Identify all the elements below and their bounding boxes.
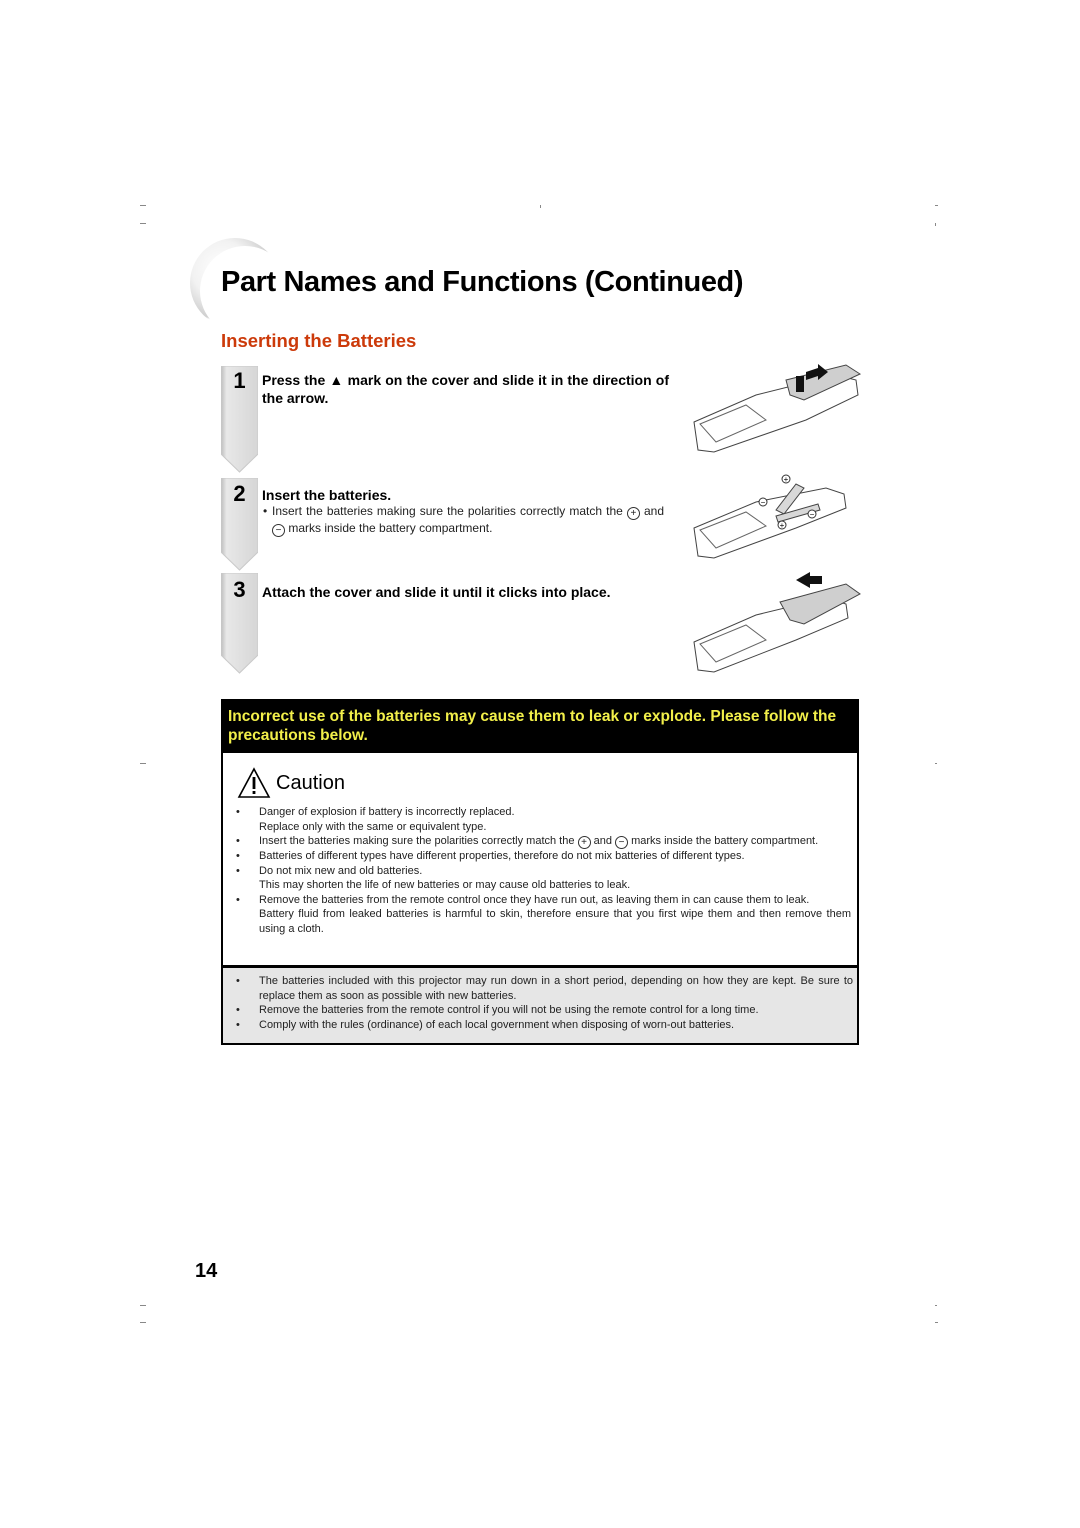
crop-mark [140,1305,146,1306]
list-item: • Danger of explosion if battery is incor… [236,806,515,833]
remote-batteries-illustration: + − + − [693,474,847,559]
step-2-text: Insert the batteries. [262,487,392,503]
warning-triangle-icon [237,767,271,798]
remote-cover-open-illustration [693,364,862,453]
notes-list: • The batteries included with this projec… [223,974,853,1032]
remote-cover-close-illustration [693,572,861,673]
caution-list: • Danger of explosion if battery is incor… [223,805,851,936]
step-3-text: Attach the cover and slide it until it c… [262,584,611,600]
list-item: • Do not mix new and old batteries. This m… [236,864,631,892]
svg-text:−: − [810,510,815,519]
plus-icon: + [577,836,591,849]
list-item: • The batteries included with this projec… [236,975,853,1002]
crop-mark [140,205,146,206]
section-title: Inserting the Batteries [221,330,417,351]
svg-text:−: − [761,498,766,507]
arrow-icon [796,572,822,588]
step-number: 3 [233,577,246,602]
step-2-note: • Insert the batteries making sure the p… [263,504,664,537]
crop-mark [140,1322,146,1323]
page-title: Part Names and Functions (Continued) [221,266,744,298]
crop-mark [140,763,146,764]
step-tab-3: 3 [221,573,258,675]
crop-mark [935,223,936,226]
bullet: • [263,504,268,518]
caution-box: Caution • Danger of explosion if battery … [221,753,859,967]
step-number: 2 [233,481,246,506]
warning-banner: Incorrect use of the batteries may cause… [221,699,859,753]
step-1-text: Press the ▲ mark on the cover and slide … [262,372,669,406]
list-item: • Insert the batteries making sure the po… [236,835,819,849]
minus-icon: − [272,524,285,537]
step-tab-1: 1 [221,366,258,474]
notes-box: • The batteries included with this projec… [221,967,859,1045]
step-number: 1 [233,368,246,393]
caution-heading: Caution [237,767,345,798]
svg-text:+: + [784,475,789,484]
crop-mark [935,1305,937,1306]
svg-text:+: + [780,521,785,530]
crop-mark [935,763,937,764]
list-item: • Remove the batteries from the remote co… [236,1004,759,1016]
crop-mark [935,1322,938,1323]
plus-icon: + [626,507,640,520]
crop-mark [140,223,146,224]
minus-icon: − [615,836,629,849]
caution-label: Caution [276,772,345,794]
crop-mark [935,205,938,206]
list-item: • Batteries of different types have diffe… [236,850,745,862]
page-number: 14 [195,1260,218,1282]
crop-mark [540,205,541,208]
list-item: • Comply with the rules (ordinance) of ea… [236,1018,735,1031]
step-tab-2: 2 [221,478,258,572]
list-item: • Remove the batteries from the remote co… [236,893,851,935]
